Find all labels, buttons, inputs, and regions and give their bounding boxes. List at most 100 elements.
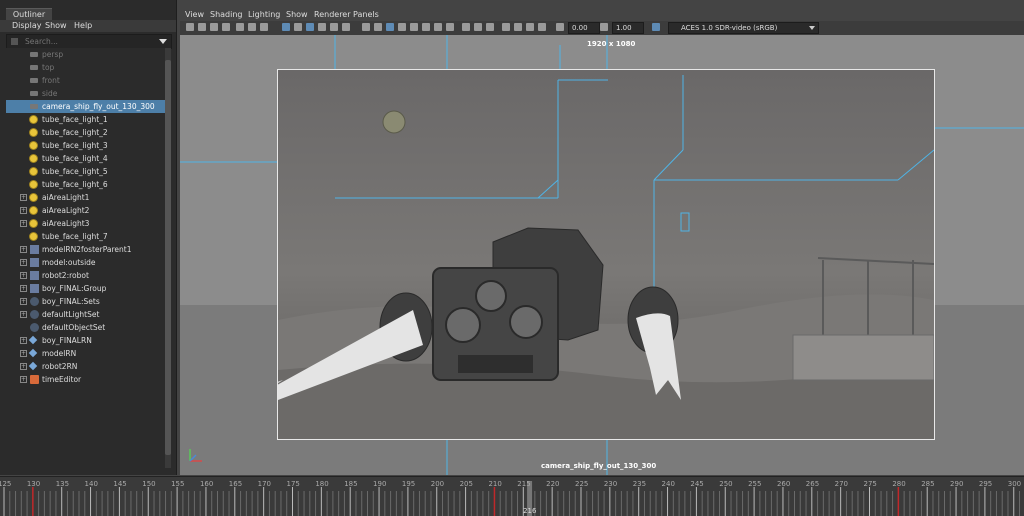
expand-icon[interactable]: + [20,298,27,305]
two-d-pan-icon[interactable] [236,23,244,31]
outliner-item[interactable]: + timeEditor [6,373,165,386]
expand-icon[interactable]: + [20,194,27,201]
expand-icon[interactable]: + [20,337,27,344]
expand-icon[interactable]: + [20,220,27,227]
gamma-field[interactable]: 1.00 [612,22,644,34]
wireframe-on-shaded-icon[interactable] [398,23,406,31]
viewport-menu-panels[interactable]: Panels [353,9,379,21]
film-gate-icon[interactable] [282,23,290,31]
outliner-item[interactable]: tube_face_light_2 [6,126,165,139]
outliner-menu-display[interactable]: Display [12,20,42,32]
light-icon [30,207,37,214]
outliner-item-label: modelRN2fosterParent1 [42,245,132,254]
outliner-item-label: boy_FINALRN [42,336,92,345]
textured-icon[interactable] [410,23,418,31]
x-ray-active-components-icon[interactable] [538,23,546,31]
outliner-item[interactable]: + defaultLightSet [6,308,165,321]
expand-icon[interactable]: + [20,285,27,292]
viewport-menu-shading[interactable]: Shading [210,9,243,21]
safe-action-icon[interactable] [330,23,338,31]
outliner-item[interactable]: + modelRN2fosterParent1 [6,243,165,256]
outliner-item[interactable]: tube_face_light_5 [6,165,165,178]
bookmark-icon[interactable] [210,23,218,31]
safe-title-icon[interactable] [342,23,350,31]
outliner-item[interactable]: + boy_FINAL:Group [6,282,165,295]
resolution-gate [277,69,935,440]
outliner-item[interactable]: + aiAreaLight2 [6,204,165,217]
frame-tick-label: 125 [0,480,12,488]
outliner-scrollbar-thumb[interactable] [165,60,171,455]
view-transform-select[interactable]: ACES 1.0 SDR-video (sRGB) [668,22,819,34]
shadows-icon[interactable] [434,23,442,31]
outliner-item[interactable]: + modelRN [6,347,165,360]
x-ray-icon[interactable] [514,23,522,31]
color-management-icon[interactable] [652,23,660,31]
outliner-item[interactable]: + boy_FINAL:Sets [6,295,165,308]
smooth-shade-icon[interactable] [374,23,382,31]
outliner-item[interactable]: + aiAreaLight1 [6,191,165,204]
motion-blur-icon[interactable] [462,23,470,31]
frame-tick-label: 190 [373,480,387,488]
viewport-menu-renderer[interactable]: Renderer [314,9,351,21]
expand-icon[interactable]: + [20,350,27,357]
outliner-menu-help[interactable]: Help [74,20,92,32]
frame-tick-label: 245 [690,480,704,488]
expand-icon[interactable]: + [20,363,27,370]
outliner-item[interactable]: tube_face_light_1 [6,113,165,126]
camera-attributes-icon[interactable] [198,23,206,31]
search-dropdown-icon[interactable] [159,39,167,44]
outliner-item[interactable]: + model:outside [6,256,165,269]
gate-mask-icon[interactable] [306,23,314,31]
frame-tick-label: 260 [776,480,791,488]
outliner-item[interactable]: + robot2RN [6,360,165,373]
frame-tick-label: 300 [1007,480,1022,488]
outliner-item[interactable]: + boy_FINALRN [6,334,165,347]
resolution-gate-icon[interactable] [294,23,302,31]
outliner-item[interactable]: tube_face_light_7 [6,230,165,243]
viewport-menu-show[interactable]: Show [286,9,308,21]
outliner-item[interactable]: + robot2:robot [6,269,165,282]
viewport-menu-view[interactable]: View [185,9,204,21]
expand-icon[interactable]: + [20,246,27,253]
outliner-menu-show[interactable]: Show [45,20,67,32]
outliner-item[interactable]: tube_face_light_6 [6,178,165,191]
expand-icon[interactable]: + [20,272,27,279]
outliner-item[interactable]: persp [6,48,165,61]
reference-icon [28,361,38,371]
outliner-item[interactable]: tube_face_light_3 [6,139,165,152]
viewport-menu-lighting[interactable]: Lighting [248,9,280,21]
use-default-material-icon[interactable] [386,23,394,31]
exposure-field[interactable]: 0.00 [568,22,600,34]
select-camera-icon[interactable] [186,23,194,31]
outliner-item[interactable]: camera_ship_fly_out_130_300 [6,100,165,113]
expand-icon[interactable]: + [20,311,27,318]
image-plane-icon[interactable] [222,23,230,31]
search-input[interactable] [25,35,155,48]
expand-icon[interactable]: + [20,259,27,266]
wireframe-icon[interactable] [362,23,370,31]
outliner-item[interactable]: + aiAreaLight3 [6,217,165,230]
isolate-select-icon[interactable] [502,23,510,31]
frame-tick-label: 195 [401,480,416,488]
outliner-item[interactable]: top [6,61,165,74]
reference-icon [28,348,38,358]
x-ray-joints-icon[interactable] [526,23,534,31]
outliner-item[interactable]: tube_face_light_4 [6,152,165,165]
outliner-item[interactable]: side [6,87,165,100]
outliner-item-label: robot2:robot [42,271,89,280]
outliner-item[interactable]: front [6,74,165,87]
ambient-occlusion-icon[interactable] [446,23,454,31]
time-slider[interactable]: 125 130 135 140 145 150 155 160 165 170 175 180 185 1… [0,476,1024,516]
set-icon [30,297,39,306]
grease-pencil-icon[interactable] [248,23,256,31]
grid-icon[interactable] [260,23,268,31]
anti-aliasing-icon[interactable] [474,23,482,31]
camera-icon [30,52,38,57]
field-chart-icon[interactable] [318,23,326,31]
frame-tick-label: 235 [632,480,647,488]
use-all-lights-icon[interactable] [422,23,430,31]
depth-of-field-icon[interactable] [486,23,494,31]
expand-icon[interactable]: + [20,207,27,214]
outliner-item[interactable]: defaultObjectSet [6,321,165,334]
expand-icon[interactable]: + [20,376,27,383]
